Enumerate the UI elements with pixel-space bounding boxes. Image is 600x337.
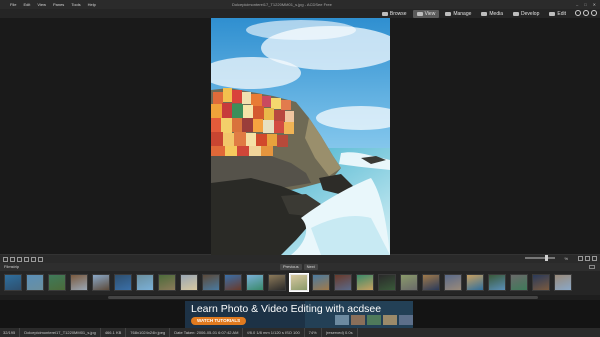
mode-view[interactable]: View (412, 9, 440, 18)
title-bar: File Edit View Panes Tools Help Dolcepic… (0, 0, 600, 9)
filmstrip-thumbnail[interactable] (26, 274, 44, 291)
mode-develop[interactable]: Develop (509, 10, 543, 18)
window-title: Dolcepicimonterei17_T1220MM01_s.jpg - AC… (232, 2, 332, 7)
filmstrip-thumbnail[interactable] (4, 274, 22, 291)
image-viewer[interactable] (0, 18, 600, 255)
browse-icon (381, 11, 388, 16)
status-zoom: 74% (309, 328, 322, 337)
filmstrip-thumbnail[interactable] (202, 274, 220, 291)
grid-icon (445, 11, 452, 16)
menu-bar: File Edit View Panes Tools Help (10, 0, 96, 9)
fullscreen-icon[interactable] (578, 256, 583, 261)
window-controls: – □ ✕ (576, 0, 596, 9)
crop-icon[interactable] (24, 256, 29, 262)
fit-window-icon[interactable] (592, 256, 597, 261)
zoom-slider[interactable] (525, 255, 555, 261)
filmstrip-thumbnail[interactable] (488, 274, 506, 291)
filmstrip-thumbnail[interactable] (180, 274, 198, 291)
filmstrip-thumbnail[interactable] (554, 274, 572, 291)
menu-tools[interactable]: Tools (71, 0, 80, 9)
status-dimensions: 768x1024x24b jpeg (130, 328, 171, 337)
status-extra: (reserved) 0.0s (326, 328, 358, 337)
filmstrip-thumbnail[interactable] (268, 274, 286, 291)
filmstrip-thumbnail[interactable] (48, 274, 66, 291)
menu-panes[interactable]: Panes (53, 0, 64, 9)
menu-file[interactable]: File (10, 0, 16, 9)
filmstrip-thumbnail[interactable] (136, 274, 154, 291)
tray-icons (575, 10, 597, 16)
ad-headline: Learn Photo & Video Editing with acdsee (191, 303, 382, 315)
filmstrip-options-icon[interactable] (589, 265, 595, 269)
menu-edit[interactable]: Edit (23, 0, 30, 9)
filmstrip-thumbnail[interactable] (356, 274, 374, 291)
filmstrip-thumbnail[interactable] (92, 274, 110, 291)
filmstrip-thumbnail[interactable] (70, 274, 88, 291)
status-filesize: 466.1 KB (105, 328, 127, 337)
zoom-knob[interactable] (545, 255, 548, 261)
next-button[interactable]: Next (303, 264, 318, 270)
filmstrip-thumbnail[interactable] (466, 274, 484, 291)
filmstrip-thumbnail[interactable] (114, 274, 132, 291)
filmstrip-thumbnail[interactable] (289, 273, 309, 292)
fit-icon[interactable] (38, 256, 43, 262)
filmstrip-thumbnail[interactable] (422, 274, 440, 291)
mode-bar: Browse View Manage Media Develop Edit (0, 9, 600, 18)
filmstrip-thumbnail[interactable] (532, 274, 550, 291)
brush-icon (549, 11, 556, 16)
rotate-left-icon[interactable] (3, 256, 8, 262)
menu-view[interactable]: View (37, 0, 46, 9)
filmstrip-thumbnail[interactable] (158, 274, 176, 291)
viewer-toolbar: % (0, 255, 600, 263)
ad-banner[interactable]: Learn Photo & Video Editing with acdsee … (185, 301, 413, 328)
select-tool-icon[interactable] (17, 256, 22, 262)
filmstrip-thumbnail[interactable] (312, 274, 330, 291)
status-filename: Dolcepicimonterei17_T1220MM01_s.jpg (24, 328, 101, 337)
help-icon[interactable] (583, 10, 589, 16)
zoom-tool-icon[interactable] (31, 256, 36, 262)
mode-edit[interactable]: Edit (545, 10, 570, 18)
actual-size-icon[interactable] (585, 256, 590, 261)
main-photo[interactable] (211, 18, 390, 255)
zoom-track[interactable] (525, 255, 555, 261)
zoom-label: % (564, 256, 568, 261)
filmstrip-thumbnail[interactable] (400, 274, 418, 291)
close-button[interactable]: ✕ (593, 0, 596, 9)
status-exposure: f/8.0 1/8 mm 1/120 s ISO 100 (247, 328, 305, 337)
filmstrip-thumbnail[interactable] (510, 274, 528, 291)
minimize-button[interactable]: – (576, 0, 578, 9)
filmstrip-thumbnail[interactable] (224, 274, 242, 291)
coastal-village-photo (211, 18, 390, 255)
account-icon[interactable] (591, 10, 597, 16)
filmstrip-thumbnail[interactable] (246, 274, 264, 291)
status-bar: 32/195 Dolcepicimonterei17_T1220MM01_s.j… (0, 328, 600, 337)
mode-media[interactable]: Media (477, 10, 507, 18)
watch-tutorials-button[interactable]: WATCH TUTORIALS (191, 317, 247, 325)
previous-button[interactable]: Previous (280, 264, 302, 270)
status-index: 32/195 (3, 328, 21, 337)
develop-icon (513, 11, 520, 16)
mode-browse[interactable]: Browse (378, 10, 411, 18)
filmstrip-thumbnail[interactable] (444, 274, 462, 291)
filmstrip (0, 271, 600, 295)
mode-manage[interactable]: Manage (441, 10, 475, 18)
media-icon (481, 11, 488, 16)
eye-icon (416, 11, 423, 16)
maximize-button[interactable]: □ (584, 0, 586, 9)
status-date-taken: Date Taken: 2006-05-01 6:07:42 AM (174, 328, 244, 337)
rotate-right-icon[interactable] (10, 256, 15, 262)
filmstrip-header: Filmstrip Previous Next (0, 263, 600, 271)
filmstrip-label: Filmstrip (4, 264, 20, 269)
filmstrip-thumbnail[interactable] (378, 274, 396, 291)
scrollbar-thumb[interactable] (108, 296, 538, 299)
gear-icon[interactable] (575, 10, 581, 16)
menu-help[interactable]: Help (88, 0, 96, 9)
ad-area: Learn Photo & Video Editing with acdsee … (0, 300, 600, 328)
filmstrip-thumbnail[interactable] (334, 274, 352, 291)
